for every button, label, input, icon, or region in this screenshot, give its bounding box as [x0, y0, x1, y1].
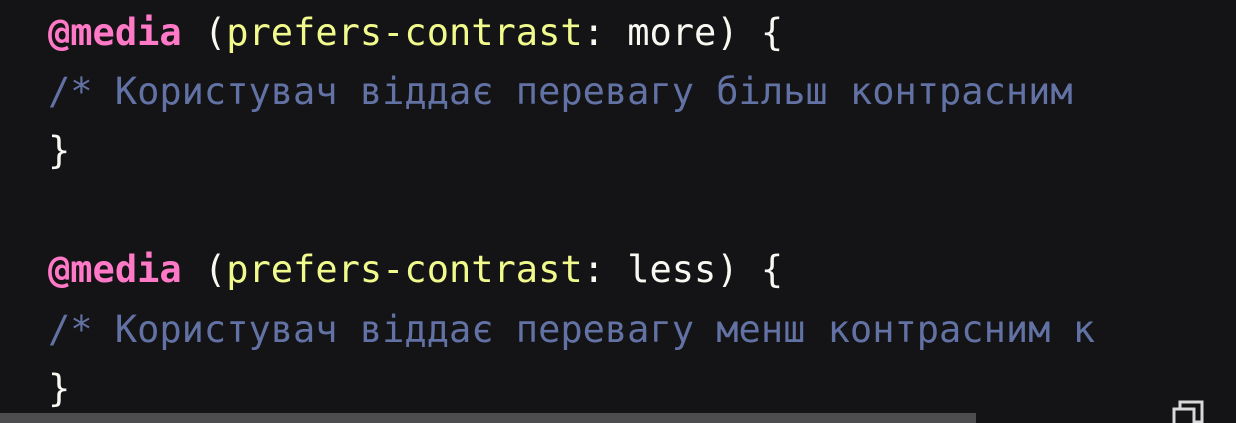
media-feature: prefers-contrast [226, 248, 583, 291]
code-comment-more: /* Користувач віддає перевагу більш конт… [48, 70, 1073, 113]
colon: : [582, 248, 605, 291]
at-rule-keyword: @media [48, 248, 182, 291]
copy-button[interactable] [1152, 396, 1212, 423]
closing-brace: } [48, 129, 71, 172]
media-feature: prefers-contrast [226, 11, 583, 54]
code-line-media-more: @media (prefers-contrast: more) { [48, 3, 783, 63]
close-paren-brace: ) { [716, 11, 784, 54]
copy-icon [1152, 396, 1212, 423]
code-comment-less: /* Користувач віддає перевагу менш контр… [48, 308, 1095, 351]
horizontal-scrollbar[interactable] [0, 409, 1236, 423]
code-block: @media (prefers-contrast: more) { /* Кор… [0, 0, 1236, 423]
colon: : [582, 11, 605, 54]
open-paren: ( [203, 248, 227, 291]
scrollbar-thumb[interactable] [0, 413, 976, 423]
code-line-media-less: @media (prefers-contrast: less) { [48, 240, 783, 300]
media-value: more [627, 11, 717, 54]
close-paren-brace: ) { [716, 248, 784, 291]
media-value: less [627, 248, 717, 291]
open-paren: ( [203, 11, 227, 54]
at-rule-keyword: @media [48, 11, 182, 54]
